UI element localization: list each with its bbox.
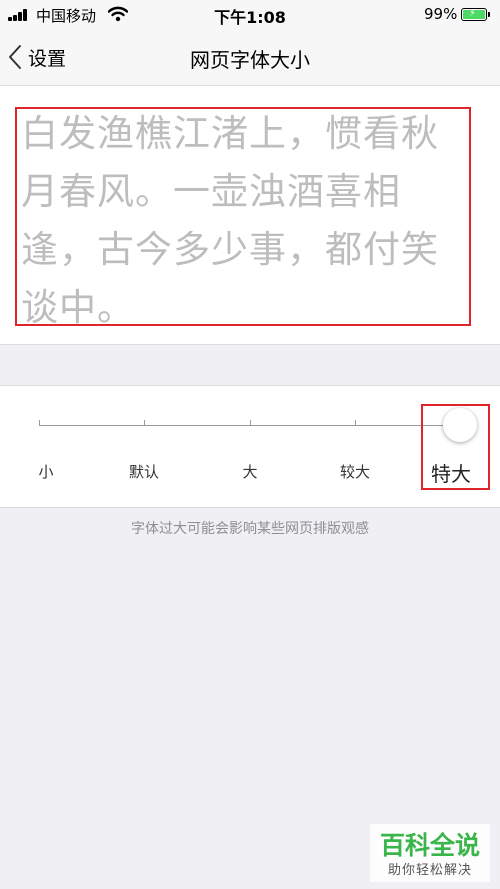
page-title: 网页字体大小 <box>190 48 310 72</box>
level-default[interactable]: 默认 <box>129 461 159 482</box>
font-size-hint: 字体过大可能会影响某些网页排版观感 <box>131 521 369 537</box>
slider-tick <box>250 420 251 426</box>
slider-tick <box>39 420 40 426</box>
slider-tick <box>355 420 356 426</box>
watermark: 百科全说 助你轻松解决 <box>370 824 490 882</box>
preview-highlight-box <box>15 107 471 326</box>
status-bar: 中国移动 下午1:08 99% ⚡ <box>0 0 500 30</box>
watermark-title: 百科全说 <box>379 831 480 860</box>
battery-charging-icon: ⚡ <box>461 8 490 21</box>
level-small[interactable]: 小 <box>38 461 53 482</box>
selection-highlight-box <box>421 404 490 490</box>
level-large[interactable]: 大 <box>242 461 257 482</box>
battery-percentage: 99% <box>424 5 458 23</box>
level-larger[interactable]: 较大 <box>340 461 370 482</box>
slider-tick <box>144 420 145 426</box>
watermark-subtitle: 助你轻松解决 <box>387 863 472 878</box>
navigation-bar: 设置 网页字体大小 <box>0 30 500 86</box>
